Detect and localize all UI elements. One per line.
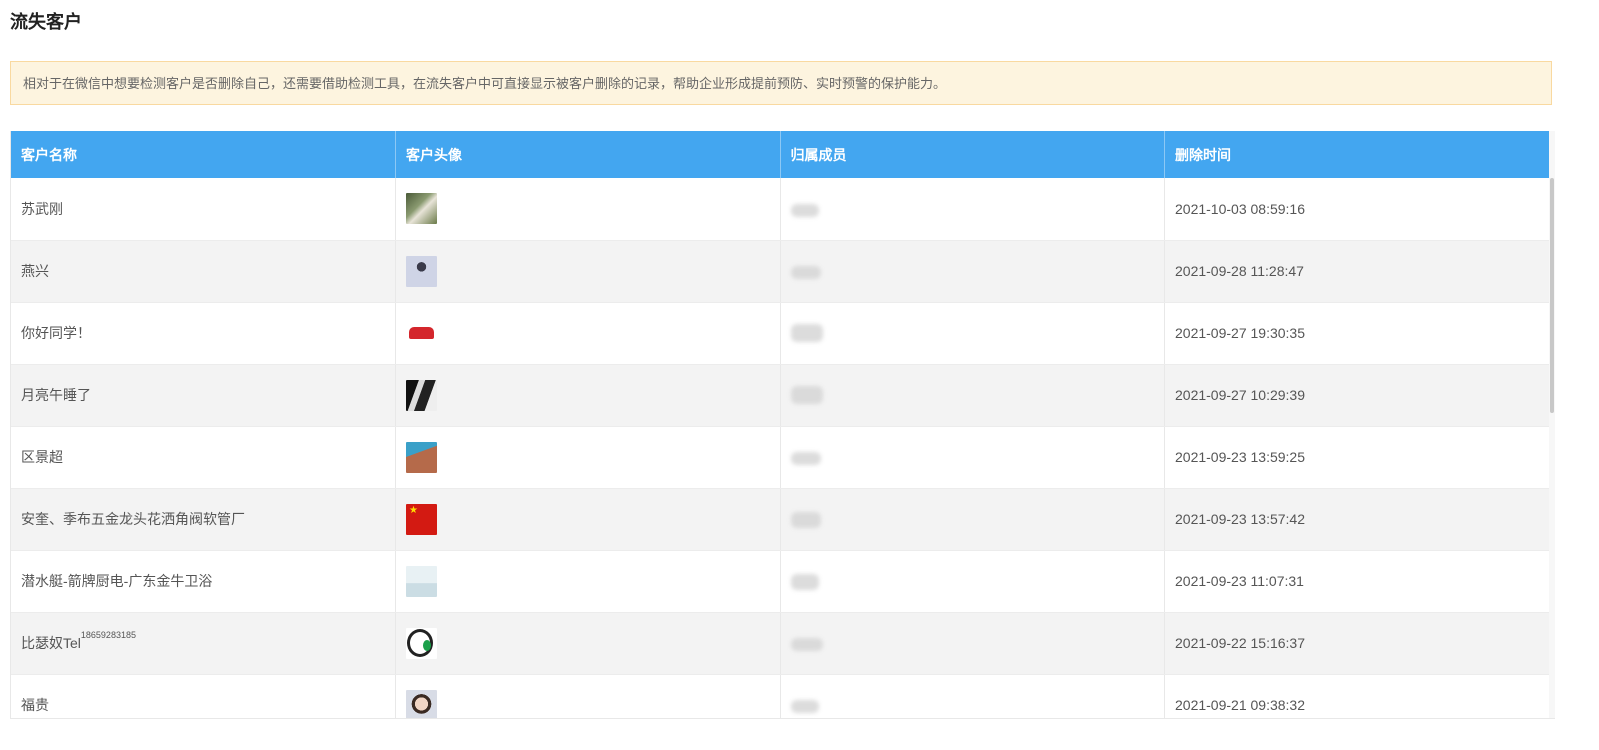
deleted-time: 2021-09-23 11:07:31 [1164, 550, 1550, 613]
deleted-time: 2021-09-27 19:30:35 [1164, 302, 1550, 365]
avatar[interactable] [406, 317, 437, 349]
customer-name: 福贵 [11, 674, 396, 718]
deleted-time: 2021-09-28 11:28:47 [1164, 240, 1550, 303]
table-row[interactable]: 苏武刚 2021-10-03 08:59:16 [11, 178, 1550, 241]
table-header-row: 客户名称 客户头像 归属成员 删除时间 [11, 131, 1550, 178]
blurred-name [790, 573, 819, 590]
owner-member-blurred [780, 240, 1165, 303]
blurred-name [790, 699, 819, 713]
lost-customers-table: 客户名称 客户头像 归属成员 删除时间 苏武刚 2021-10-03 08:59… [10, 131, 1555, 719]
avatar[interactable] [406, 689, 437, 718]
page-title: 流失客户 [10, 12, 82, 32]
blurred-name [790, 265, 821, 279]
deleted-time: 2021-09-22 15:16:37 [1164, 612, 1550, 675]
table-row[interactable]: 区景超 2021-09-23 13:59:25 [11, 426, 1550, 489]
avatar-cell [395, 178, 781, 241]
avatar[interactable] [406, 193, 437, 225]
deleted-time: 2021-09-23 13:59:25 [1164, 426, 1550, 489]
blurred-name [790, 203, 819, 217]
deleted-time: 2021-09-21 09:38:32 [1164, 674, 1550, 718]
avatar-cell [395, 240, 781, 303]
table-row[interactable]: 福贵 2021-09-21 09:38:32 [11, 674, 1550, 718]
owner-member-blurred [780, 364, 1165, 427]
customer-name: 安奎、季布五金龙头花洒角阀软管厂 [11, 488, 396, 551]
customer-name-phone: 18659283185 [80, 630, 136, 640]
table-row[interactable]: 你好同学！ 2021-09-27 19:30:35 [11, 302, 1550, 365]
customer-name: 比瑟奴Tel18659283185 [11, 612, 396, 675]
customer-name: 区景超 [11, 426, 396, 489]
column-header-customer-avatar[interactable]: 客户头像 [395, 131, 781, 178]
deleted-time: 2021-09-23 13:57:42 [1164, 488, 1550, 551]
avatar-cell [395, 302, 781, 365]
table-row[interactable]: 安奎、季布五金龙头花洒角阀软管厂 2021-09-23 13:57:42 [11, 488, 1550, 551]
blurred-name [790, 451, 821, 465]
customer-name-text: 比瑟奴Tel [21, 635, 81, 651]
customer-name: 潜水艇-箭牌厨电-广东金牛卫浴 [11, 550, 396, 613]
avatar-cell [395, 550, 781, 613]
avatar[interactable] [406, 255, 437, 287]
owner-member-blurred [780, 612, 1165, 675]
customer-name: 燕兴 [11, 240, 396, 303]
table-row[interactable]: 燕兴 2021-09-28 11:28:47 [11, 240, 1550, 303]
blurred-name [790, 637, 823, 651]
avatar-cell [395, 674, 781, 718]
avatar[interactable] [406, 379, 437, 411]
blurred-name [790, 324, 823, 343]
avatar[interactable] [406, 627, 437, 659]
avatar[interactable] [406, 565, 437, 597]
owner-member-blurred [780, 426, 1165, 489]
customer-name: 你好同学！ [11, 302, 396, 365]
deleted-time: 2021-10-03 08:59:16 [1164, 178, 1550, 241]
avatar-cell [395, 364, 781, 427]
owner-member-blurred [780, 674, 1165, 718]
column-header-deleted-time[interactable]: 删除时间 [1164, 131, 1550, 178]
column-header-customer-name[interactable]: 客户名称 [11, 131, 396, 178]
customer-name: 月亮午睡了 [11, 364, 396, 427]
owner-member-blurred [780, 302, 1165, 365]
blurred-name [790, 511, 821, 528]
deleted-time: 2021-09-27 10:29:39 [1164, 364, 1550, 427]
owner-member-blurred [780, 550, 1165, 613]
info-notice: 相对于在微信中想要检测客户是否删除自己，还需要借助检测工具，在流失客户中可直接显… [10, 61, 1552, 105]
owner-member-blurred [780, 488, 1165, 551]
avatar-cell [395, 488, 781, 551]
table-row[interactable]: 潜水艇-箭牌厨电-广东金牛卫浴 2021-09-23 11:07:31 [11, 550, 1550, 613]
column-header-owner-member[interactable]: 归属成员 [780, 131, 1165, 178]
scrollbar-thumb[interactable] [1550, 178, 1554, 413]
customer-name: 苏武刚 [11, 178, 396, 241]
avatar[interactable] [406, 503, 437, 535]
table-row[interactable]: 月亮午睡了 2021-09-27 10:29:39 [11, 364, 1550, 427]
owner-member-blurred [780, 178, 1165, 241]
avatar-cell [395, 612, 781, 675]
avatar[interactable] [406, 441, 437, 473]
table-row[interactable]: 比瑟奴Tel18659283185 2021-09-22 15:16:37 [11, 612, 1550, 675]
avatar-cell [395, 426, 781, 489]
table-scrollbar[interactable] [1549, 131, 1555, 718]
blurred-name [790, 386, 823, 405]
